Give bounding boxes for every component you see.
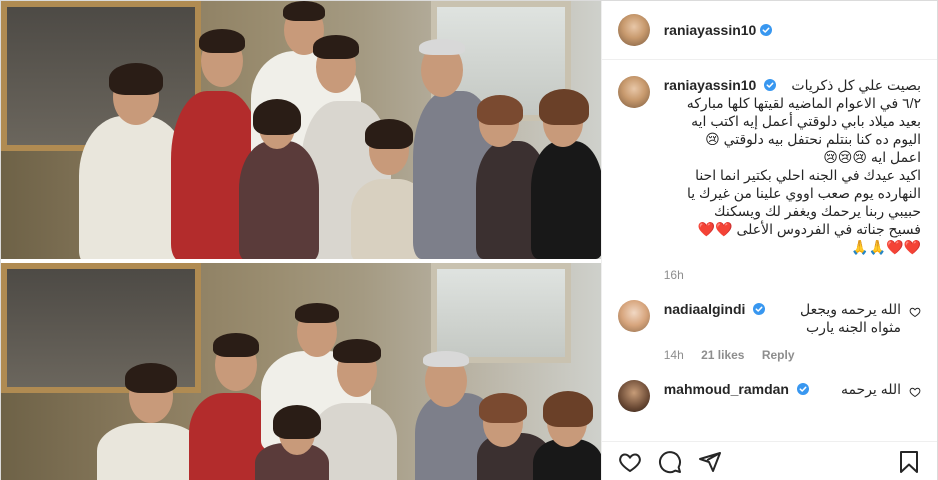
caption-line: ❤️❤️🙏🙏 [851, 239, 921, 255]
verified-badge-icon [764, 79, 777, 91]
heart-icon[interactable] [618, 450, 642, 474]
comment-text: مثواه الجنه يارب [806, 319, 901, 335]
comment-item: nadiaalgindi الله يرحمه ويجعل مثواه الجن… [617, 300, 921, 364]
commenter-avatar[interactable] [617, 380, 650, 412]
post-actions-bar [601, 441, 937, 480]
comment-icon[interactable] [658, 450, 682, 474]
comment-text: الله يرحمه ويجعل [799, 301, 901, 317]
comment-likes[interactable]: 21 likes [701, 348, 744, 362]
post-media[interactable] [1, 1, 602, 480]
caption-line: ٦/٢ في الاعوام الماضيه لقيتها كلها مبارك… [686, 95, 921, 111]
caption-username[interactable]: raniayassin10 [664, 77, 757, 93]
caption-author-avatar[interactable] [617, 76, 650, 108]
comment-item: mahmoud_ramdan الله يرحمه [617, 380, 921, 412]
commenter-username[interactable]: nadiaalgindi [664, 301, 746, 317]
comment-text: الله يرحمه [840, 381, 901, 397]
caption-timestamp[interactable]: 16h [664, 268, 684, 282]
caption-line: حبيبي ربنا يرحمك ويغفر لك ويسكنك [714, 203, 921, 219]
caption-line: اكيد عيدك في الجنه احلي بكتير انما احنا [695, 167, 921, 183]
post-header: raniayassin10 [601, 1, 937, 60]
verified-badge-icon [753, 303, 766, 315]
caption-line: النهارده يوم صعب اووي علينا من غيرك يا [686, 185, 921, 201]
caption-line: فسيح جناته في الفردوس الأعلى ❤️❤️ [697, 221, 921, 237]
caption-line: اليوم ده كنا بنتلم نحتفل بيه دلوقتي 😢 [705, 131, 921, 147]
comment-timestamp[interactable]: 14h [664, 348, 684, 362]
caption-line: بصيت علي كل ذكريات [791, 77, 921, 93]
commenter-avatar[interactable] [617, 300, 650, 332]
comment-like-heart-icon[interactable] [909, 386, 921, 398]
comment-like-heart-icon[interactable] [909, 306, 921, 318]
post-side-panel: raniayassin10 raniayassin10 بصيت علي كل … [601, 1, 937, 480]
caption: raniayassin10 بصيت علي كل ذكريات ٦/٢ في … [617, 76, 921, 284]
reply-button[interactable]: Reply [762, 348, 795, 362]
bookmark-icon[interactable] [897, 450, 921, 474]
verified-badge-icon [796, 383, 809, 395]
comments-list[interactable]: raniayassin10 بصيت علي كل ذكريات ٦/٢ في … [602, 60, 937, 441]
family-photo-bottom [1, 263, 601, 480]
author-avatar[interactable] [617, 14, 650, 46]
family-photo-top [1, 1, 601, 259]
commenter-username[interactable]: mahmoud_ramdan [664, 381, 789, 397]
verified-badge-icon [760, 24, 773, 36]
caption-line: بعيد ميلاد بابي دلوقتي أعمل إيه اكتب ايه [691, 113, 921, 129]
caption-line: اعمل ايه 😢😢😢 [823, 149, 921, 165]
paper-plane-icon[interactable] [698, 450, 722, 474]
post-container: raniayassin10 raniayassin10 بصيت علي كل … [0, 0, 938, 480]
author-username[interactable]: raniayassin10 [664, 22, 757, 38]
